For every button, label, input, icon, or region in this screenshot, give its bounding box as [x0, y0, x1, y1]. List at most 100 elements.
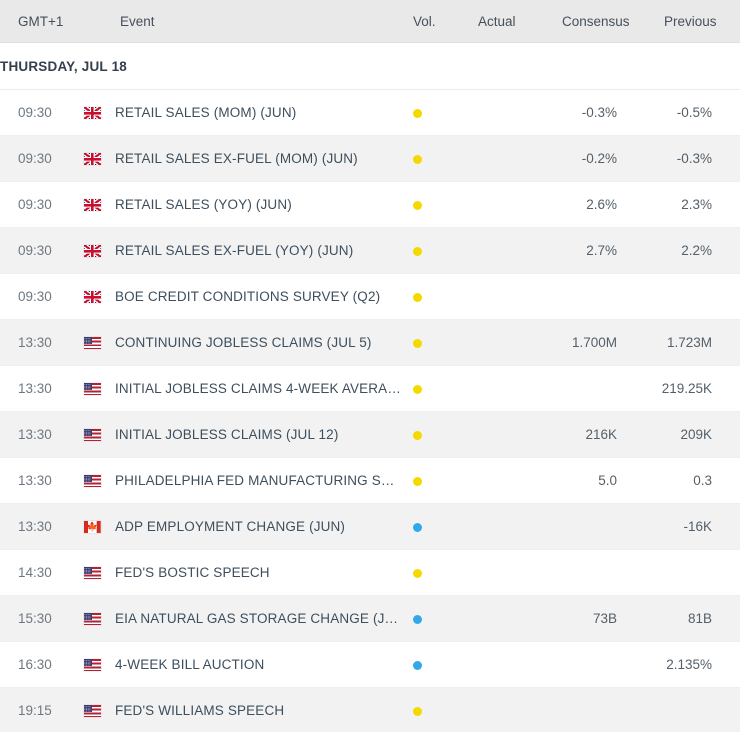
event-actual-value	[448, 182, 520, 228]
calendar-event-row[interactable]: 09:30 RETAIL SALES (MOM) (JUN) -0.3% -0.5%	[0, 90, 740, 136]
flag-uk-icon	[84, 245, 101, 258]
country-flag	[84, 182, 101, 228]
volatility-dot-icon	[413, 661, 422, 670]
volatility-indicator[interactable]	[413, 182, 443, 228]
event-actual-value	[448, 366, 520, 412]
calendar-event-row[interactable]: 14:30 FED'S BOSTIC SPEECH	[0, 550, 740, 596]
event-name[interactable]: INITIAL JOBLESS CLAIMS (JUL 12)	[115, 412, 403, 458]
column-header-time[interactable]: GMT+1	[18, 0, 63, 43]
event-name[interactable]: RETAIL SALES (MOM) (JUN)	[115, 90, 403, 136]
event-actual-value	[448, 228, 520, 274]
event-time: 09:30	[18, 243, 52, 258]
volatility-indicator[interactable]	[413, 228, 443, 274]
volatility-indicator[interactable]	[413, 642, 443, 688]
event-previous-value	[630, 550, 712, 596]
column-header-previous[interactable]: Previous	[664, 0, 717, 43]
flag-us-icon	[84, 613, 101, 626]
event-name[interactable]: RETAIL SALES EX-FUEL (YOY) (JUN)	[115, 228, 403, 274]
event-time: 09:30	[18, 289, 52, 304]
event-consensus-value: -0.3%	[581, 105, 617, 120]
volatility-indicator[interactable]	[413, 274, 443, 320]
column-header-volatility[interactable]: Vol.	[413, 0, 436, 43]
event-name[interactable]: RETAIL SALES EX-FUEL (MOM) (JUN)	[115, 136, 403, 182]
event-name[interactable]: ADP EMPLOYMENT CHANGE (JUN)	[115, 504, 403, 550]
flag-us-icon	[84, 567, 101, 580]
event-time: 13:30	[18, 335, 52, 350]
event-name[interactable]: FED'S WILLIAMS SPEECH	[115, 688, 403, 732]
country-flag	[84, 550, 101, 596]
volatility-indicator[interactable]	[413, 458, 443, 504]
volatility-indicator[interactable]	[413, 504, 443, 550]
volatility-dot-icon	[413, 201, 422, 210]
event-consensus-value	[530, 688, 617, 732]
event-actual-value	[448, 274, 520, 320]
event-name[interactable]: 4-WEEK BILL AUCTION	[115, 642, 403, 688]
event-name[interactable]: CONTINUING JOBLESS CLAIMS (JUL 5)	[115, 320, 403, 366]
country-flag	[84, 136, 101, 182]
calendar-event-row[interactable]: 15:30 EIA NATURAL GAS STORAGE CHANGE (JUL…	[0, 596, 740, 642]
event-time: 09:30	[18, 105, 52, 120]
country-flag	[84, 688, 101, 732]
volatility-indicator[interactable]	[413, 90, 443, 136]
volatility-dot-icon	[413, 431, 422, 440]
event-consensus-value: 2.7%	[586, 243, 617, 258]
calendar-event-row[interactable]: 13:30 INITIAL JOBLESS CLAIMS 4-WEEK AVERA…	[0, 366, 740, 412]
column-header-event[interactable]: Event	[120, 0, 155, 43]
event-time: 09:30	[18, 197, 52, 212]
volatility-indicator[interactable]	[413, 136, 443, 182]
column-header-actual[interactable]: Actual	[478, 0, 516, 43]
volatility-dot-icon	[413, 293, 422, 302]
column-header-consensus[interactable]: Consensus	[562, 0, 630, 43]
country-flag	[84, 458, 101, 504]
event-actual-value	[448, 504, 520, 550]
calendar-event-row[interactable]: 13:30 INITIAL JOBLESS CLAIMS (JUL 12) 216K…	[0, 412, 740, 458]
volatility-dot-icon	[413, 155, 422, 164]
volatility-dot-icon	[413, 339, 422, 348]
event-previous-value: 2.3%	[681, 197, 712, 212]
event-previous-value: 1.723M	[666, 335, 712, 350]
calendar-event-row[interactable]: 09:30 RETAIL SALES EX-FUEL (MOM) (JUN) -0.…	[0, 136, 740, 182]
event-actual-value	[448, 90, 520, 136]
volatility-indicator[interactable]	[413, 412, 443, 458]
event-time: 13:30	[18, 381, 52, 396]
country-flag	[84, 274, 101, 320]
volatility-dot-icon	[413, 247, 422, 256]
calendar-rows: 09:30 RETAIL SALES (MOM) (JUN) -0.3% -0.5% 0…	[0, 90, 740, 732]
volatility-dot-icon	[413, 523, 422, 532]
volatility-dot-icon	[413, 615, 422, 624]
event-previous-value: 0.3	[693, 473, 712, 488]
event-name[interactable]: INITIAL JOBLESS CLAIMS 4-WEEK AVERAGE (J…	[115, 366, 403, 412]
volatility-indicator[interactable]	[413, 596, 443, 642]
volatility-indicator[interactable]	[413, 366, 443, 412]
event-actual-value	[448, 688, 520, 732]
flag-canada-icon: 🍁	[84, 521, 101, 534]
event-consensus-value: 1.700M	[571, 335, 617, 350]
calendar-event-row[interactable]: 09:30 RETAIL SALES (YOY) (JUN) 2.6% 2.3%	[0, 182, 740, 228]
calendar-event-row[interactable]: 13:30 🍁 ADP EMPLOYMENT CHANGE (JUN) -16K	[0, 504, 740, 550]
flag-us-icon	[84, 383, 101, 396]
event-actual-value	[448, 458, 520, 504]
event-name[interactable]: FED'S BOSTIC SPEECH	[115, 550, 403, 596]
event-previous-value: 219.25K	[661, 381, 712, 396]
event-actual-value	[448, 412, 520, 458]
country-flag	[84, 228, 101, 274]
event-consensus-value: -0.2%	[581, 151, 617, 166]
calendar-event-row[interactable]: 19:15 FED'S WILLIAMS SPEECH	[0, 688, 740, 732]
event-previous-value	[630, 274, 712, 320]
event-name[interactable]: EIA NATURAL GAS STORAGE CHANGE (JUL 12)	[115, 596, 403, 642]
event-name[interactable]: BOE CREDIT CONDITIONS SURVEY (Q2)	[115, 274, 403, 320]
calendar-event-row[interactable]: 16:30 4-WEEK BILL AUCTION 2.135%	[0, 642, 740, 688]
event-name[interactable]: PHILADELPHIA FED MANUFACTURING SURVEY (J…	[115, 458, 403, 504]
volatility-indicator[interactable]	[413, 550, 443, 596]
calendar-event-row[interactable]: 09:30 BOE CREDIT CONDITIONS SURVEY (Q2)	[0, 274, 740, 320]
event-time: 14:30	[18, 565, 52, 580]
volatility-indicator[interactable]	[413, 320, 443, 366]
calendar-event-row[interactable]: 13:30 CONTINUING JOBLESS CLAIMS (JUL 5) 1.…	[0, 320, 740, 366]
volatility-dot-icon	[413, 707, 422, 716]
calendar-event-row[interactable]: 09:30 RETAIL SALES EX-FUEL (YOY) (JUN) 2.7…	[0, 228, 740, 274]
calendar-event-row[interactable]: 13:30 PHILADELPHIA FED MANUFACTURING SURV…	[0, 458, 740, 504]
event-consensus-value	[530, 274, 617, 320]
event-name[interactable]: RETAIL SALES (YOY) (JUN)	[115, 182, 403, 228]
volatility-indicator[interactable]	[413, 688, 443, 732]
event-consensus-value: 73B	[592, 611, 617, 626]
